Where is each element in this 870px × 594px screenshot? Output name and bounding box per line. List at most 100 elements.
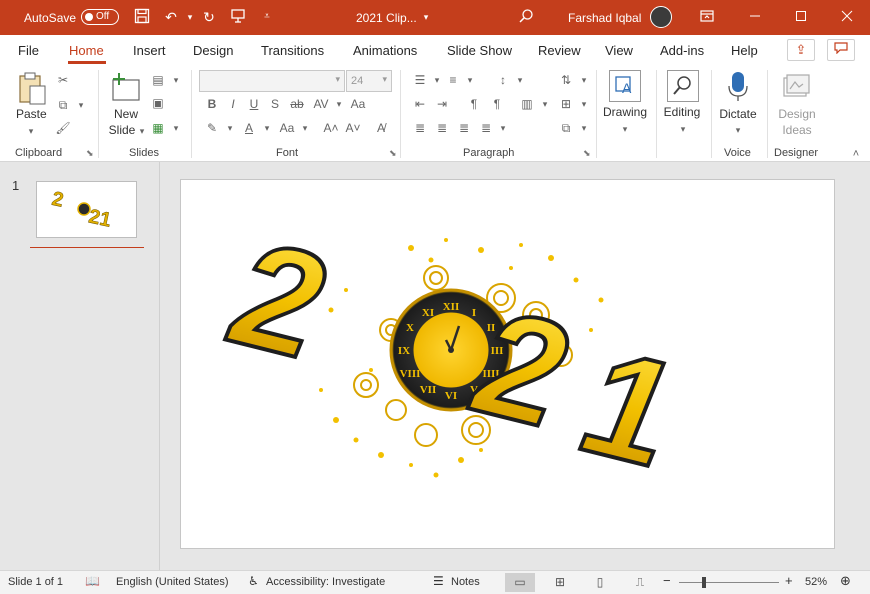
bullets-icon[interactable]: ☰ xyxy=(411,72,429,88)
dictate-dropdown-icon[interactable]: ▾ xyxy=(729,122,747,138)
design-ideas-icon[interactable] xyxy=(781,72,811,102)
tab-transitions[interactable]: Transitions xyxy=(261,43,324,58)
section-dropdown-icon[interactable]: ▾ xyxy=(167,120,185,136)
tab-design[interactable]: Design xyxy=(193,43,233,58)
minimize-button[interactable] xyxy=(732,0,778,35)
share-icon[interactable]: ⇪ xyxy=(787,39,815,61)
slide-canvas[interactable]: 2 XII I II III IIII V VI VII VIII IX X XI 2 xyxy=(180,179,835,549)
editing-label[interactable]: Editing xyxy=(658,105,706,119)
tab-slide-show[interactable]: Slide Show xyxy=(447,43,512,58)
layout-dropdown-icon[interactable]: ▾ xyxy=(167,72,185,88)
zoom-slider-track[interactable] xyxy=(679,582,779,583)
notes-button[interactable]: Notes xyxy=(451,576,480,588)
font-size-dropdown-icon[interactable]: ▾ xyxy=(382,74,387,85)
underline-icon[interactable]: U xyxy=(245,96,263,112)
drawing-icon[interactable]: A xyxy=(609,70,641,102)
zoom-in-icon[interactable]: + xyxy=(785,573,793,588)
font-dialog-launcher-icon[interactable]: ⬊ xyxy=(389,148,397,159)
avatar[interactable] xyxy=(650,6,672,28)
columns-icon[interactable]: ▥ xyxy=(518,96,536,112)
smartart-icon[interactable]: ⧉ xyxy=(557,120,575,136)
copy-icon[interactable]: ⧉ xyxy=(54,97,72,113)
tab-help[interactable]: Help xyxy=(731,43,758,58)
slide-sorter-view-icon[interactable]: ⊞ xyxy=(545,573,575,592)
rtl-icon[interactable]: ¶ xyxy=(488,96,506,112)
tab-view[interactable]: View xyxy=(605,43,633,58)
slide-show-view-icon[interactable]: ⎍ xyxy=(625,573,655,592)
reading-view-icon[interactable]: ▯ xyxy=(585,573,615,592)
font-dropdown-icon[interactable]: ▾ xyxy=(335,74,340,85)
drawing-label[interactable]: Drawing xyxy=(601,105,649,119)
change-case-dropdown-icon[interactable]: ▾ xyxy=(296,120,314,136)
slide-counter[interactable]: Slide 1 of 1 xyxy=(8,576,63,588)
smartart-dropdown-icon[interactable]: ▾ xyxy=(575,120,593,136)
decrease-font-size-icon[interactable]: A˅ xyxy=(344,120,362,136)
tab-add-ins[interactable]: Add-ins xyxy=(660,43,704,58)
tab-animations[interactable]: Animations xyxy=(353,43,417,58)
shadow-icon[interactable]: S xyxy=(266,96,284,112)
change-case-icon[interactable]: Aa xyxy=(349,96,367,112)
new-slide-icon[interactable] xyxy=(110,72,142,104)
strikethrough-icon[interactable]: ab xyxy=(288,96,306,112)
character-spacing-icon[interactable]: AV xyxy=(312,96,330,112)
justify-icon[interactable]: ≣ xyxy=(477,120,495,136)
undo-dropdown-icon[interactable]: ▾ xyxy=(181,8,199,26)
font-size-select[interactable]: 24 ▾ xyxy=(346,70,392,92)
align-left-icon[interactable]: ≣ xyxy=(411,120,429,136)
save-icon[interactable] xyxy=(133,8,151,26)
clear-formatting-icon[interactable]: A̸ xyxy=(372,120,390,136)
ltr-icon[interactable]: ¶ xyxy=(465,96,483,112)
find-icon[interactable] xyxy=(667,70,699,102)
ribbon-display-options-icon[interactable] xyxy=(698,8,716,26)
justify-dropdown-icon[interactable]: ▾ xyxy=(494,120,512,136)
present-from-start-icon[interactable] xyxy=(229,8,247,26)
editing-dropdown-icon[interactable]: ▾ xyxy=(674,121,692,137)
font-color-icon[interactable]: A xyxy=(240,120,258,136)
redo-icon[interactable]: ↻ xyxy=(200,8,218,26)
align-center-icon[interactable]: ≣ xyxy=(433,120,451,136)
align-text-dropdown-icon[interactable]: ▾ xyxy=(575,96,593,112)
comments-icon[interactable] xyxy=(827,39,855,61)
numbering-icon[interactable]: ≡ xyxy=(444,72,462,88)
clipboard-dialog-launcher-icon[interactable]: ⬊ xyxy=(86,148,94,159)
user-name[interactable]: Farshad Iqbal xyxy=(568,11,641,25)
drawing-dropdown-icon[interactable]: ▾ xyxy=(616,121,634,137)
spell-check-icon[interactable]: 📖 xyxy=(85,574,100,588)
decrease-indent-icon[interactable]: ⇤ xyxy=(411,96,429,112)
section-icon[interactable]: ▦ xyxy=(149,120,167,136)
undo-icon[interactable]: ↶ xyxy=(162,8,180,26)
reset-icon[interactable]: ▣ xyxy=(149,95,167,111)
title-dropdown-icon[interactable]: ▾ xyxy=(417,8,435,26)
zoom-out-icon[interactable]: − xyxy=(663,573,671,588)
tab-file[interactable]: File xyxy=(18,43,39,58)
increase-font-size-icon[interactable]: A˄ xyxy=(322,120,340,136)
maximize-button[interactable] xyxy=(778,0,824,35)
bold-icon[interactable]: B xyxy=(203,96,221,112)
paragraph-dialog-launcher-icon[interactable]: ⬊ xyxy=(583,148,591,159)
dictate-label[interactable]: Dictate xyxy=(714,107,762,121)
format-painter-icon[interactable]: 🖌 xyxy=(54,120,72,136)
close-button[interactable] xyxy=(824,0,870,35)
line-spacing-icon[interactable]: ↕ xyxy=(494,72,512,88)
paste-icon[interactable] xyxy=(16,72,48,106)
cut-icon[interactable]: ✂ xyxy=(54,72,72,88)
paste-dropdown-icon[interactable]: ▾ xyxy=(22,123,40,139)
copy-dropdown-icon[interactable]: ▾ xyxy=(72,97,90,113)
italic-icon[interactable]: I xyxy=(224,96,242,112)
font-family-select[interactable]: ▾ xyxy=(199,70,345,92)
autosave-toggle[interactable]: Off xyxy=(81,9,119,25)
paste-label[interactable]: Paste xyxy=(16,107,47,121)
new-slide-label[interactable]: New xyxy=(108,107,144,121)
change-case-alt-icon[interactable]: Aa xyxy=(278,120,296,136)
highlight-dropdown-icon[interactable]: ▾ xyxy=(221,120,239,136)
design-ideas-label-line2[interactable]: Ideas xyxy=(772,123,822,137)
highlight-icon[interactable]: ✎ xyxy=(203,120,221,136)
document-title[interactable]: 2021 Clip... xyxy=(356,11,417,25)
collapse-ribbon-icon[interactable]: ˄ xyxy=(847,146,865,162)
slide-thumbnail[interactable]: 2 21 xyxy=(36,181,137,238)
text-direction-icon[interactable]: ⇅ xyxy=(557,72,575,88)
text-direction-dropdown-icon[interactable]: ▾ xyxy=(575,72,593,88)
tab-insert[interactable]: Insert xyxy=(133,43,166,58)
align-right-icon[interactable]: ≣ xyxy=(455,120,473,136)
columns-dropdown-icon[interactable]: ▾ xyxy=(536,96,554,112)
